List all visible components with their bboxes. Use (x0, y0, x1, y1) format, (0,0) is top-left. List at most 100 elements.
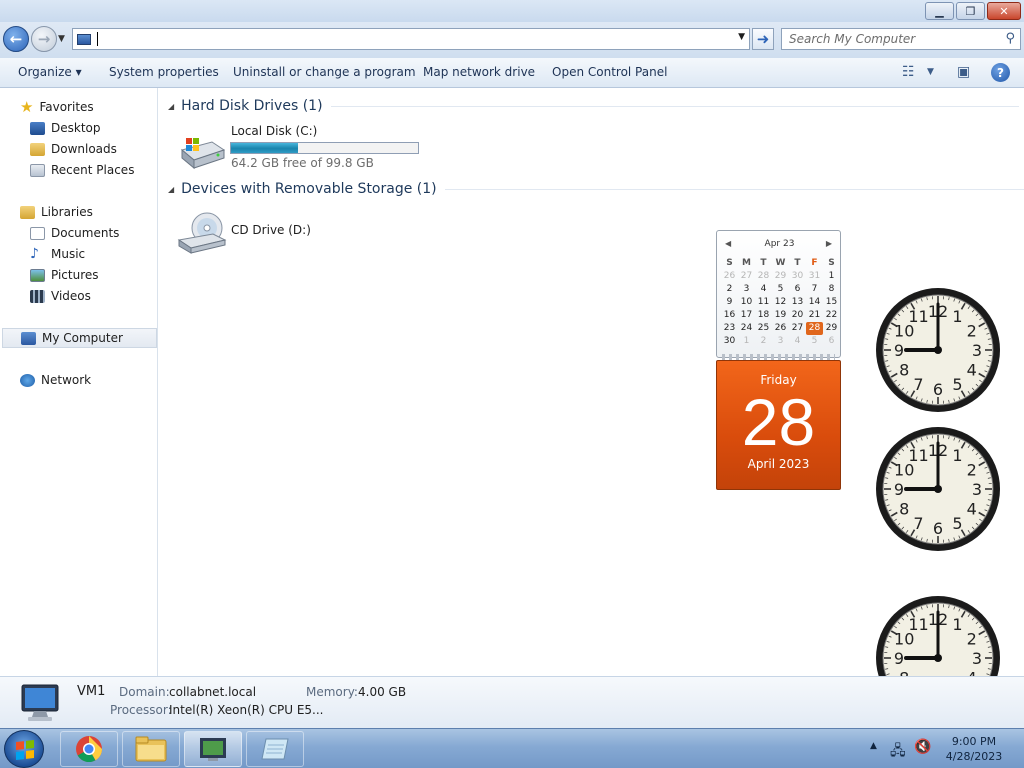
maximize-button[interactable]: ❐ (956, 2, 985, 20)
calendar-day-cell[interactable]: 3 (772, 335, 789, 348)
search-icon[interactable]: ⚲ (1005, 31, 1015, 46)
calendar-day-cell[interactable]: 2 (721, 283, 738, 296)
clock-center-pin (934, 346, 942, 354)
recent-pages-dropdown[interactable]: ▼ (58, 34, 65, 44)
taskbar-notepad-button[interactable] (246, 731, 304, 767)
map-network-drive-button[interactable]: Map network drive (423, 65, 535, 79)
calendar-day-cell[interactable]: 2 (755, 335, 772, 348)
organize-button[interactable]: Organize ▾ (18, 65, 82, 79)
calendar-day-cell[interactable]: 5 (806, 335, 823, 348)
sidebar-item-desktop[interactable]: Desktop (30, 118, 101, 138)
calendar-day-cell[interactable]: 20 (789, 309, 806, 322)
calendar-day-cell[interactable]: 27 (738, 270, 755, 283)
start-button[interactable] (4, 730, 44, 768)
taskbar-server-manager-button[interactable] (184, 731, 242, 767)
computer-name: VM1 (77, 684, 106, 699)
calendar-day-cell[interactable]: 29 (823, 322, 840, 335)
help-button[interactable]: ? (991, 63, 1010, 82)
search-box[interactable]: ⚲ (781, 28, 1021, 50)
address-bar[interactable]: ▼ (72, 28, 750, 50)
search-input[interactable] (789, 32, 989, 46)
calendar-day-cell[interactable]: 12 (772, 296, 789, 309)
calendar-day-cell[interactable]: 7 (806, 283, 823, 296)
calendar-day-cell[interactable]: 1 (738, 335, 755, 348)
sidebar-item-my-computer[interactable]: My Computer (2, 328, 157, 348)
open-control-panel-button[interactable]: Open Control Panel (552, 65, 667, 79)
sidebar-item-libraries[interactable]: Libraries (20, 202, 93, 222)
uninstall-program-button[interactable]: Uninstall or change a program (233, 65, 416, 79)
taskbar: ▲ 🖧 🔇 9:00 PM 4/28/2023 (0, 728, 1024, 768)
forward-button[interactable]: → (31, 26, 57, 52)
calendar-day-cell[interactable]: 22 (823, 309, 840, 322)
recent-places-icon (30, 163, 45, 177)
go-button[interactable]: ➜ (752, 28, 774, 50)
sidebar-item-network[interactable]: Network (20, 370, 91, 390)
calendar-day-cell[interactable]: 1 (823, 270, 840, 283)
calendar-day-cell[interactable]: 31 (806, 270, 823, 283)
calendar-day-cell[interactable]: 5 (772, 283, 789, 296)
calendar-day-cell[interactable]: 17 (738, 309, 755, 322)
minimize-button[interactable]: ▁ (925, 2, 954, 20)
volume-muted-icon[interactable]: 🔇 (914, 739, 931, 755)
calendar-day-cell[interactable]: 8 (823, 283, 840, 296)
calendar-day-cell[interactable]: 28 (806, 322, 823, 335)
view-dropdown-icon[interactable]: ▼ (927, 67, 934, 77)
taskbar-chrome-button[interactable] (60, 731, 118, 767)
calendar-day-cell[interactable]: 26 (721, 270, 738, 283)
hard-disk-drives-header[interactable]: ◢ Hard Disk Drives (1) (168, 98, 1019, 114)
sidebar-item-favorites[interactable]: ★ Favorites (20, 97, 94, 117)
system-properties-button[interactable]: System properties (109, 65, 219, 79)
sidebar-item-downloads[interactable]: Downloads (30, 139, 117, 159)
calendar-day-cell[interactable]: 3 (738, 283, 755, 296)
clock-number: 9 (894, 649, 904, 668)
calendar-day-cell[interactable]: 24 (738, 322, 755, 335)
calendar-day-cell[interactable]: 6 (789, 283, 806, 296)
close-button[interactable]: ✕ (987, 2, 1021, 20)
disk-usage-bar (230, 142, 419, 154)
calendar-day-cell[interactable]: 30 (721, 335, 738, 348)
system-clock[interactable]: 9:00 PM 4/28/2023 (940, 734, 1008, 764)
change-view-icon[interactable]: ☷ (902, 64, 915, 80)
calendar-day-cell[interactable]: 30 (789, 270, 806, 283)
sidebar-item-recent-places[interactable]: Recent Places (30, 160, 134, 180)
calendar-day-cell[interactable]: 11 (755, 296, 772, 309)
preview-pane-icon[interactable]: ▣ (957, 64, 970, 80)
calendar-day-cell[interactable]: 28 (755, 270, 772, 283)
sidebar-item-pictures[interactable]: Pictures (30, 265, 99, 285)
calendar-day-cell[interactable]: 4 (755, 283, 772, 296)
group-divider (444, 188, 1024, 190)
removable-storage-header[interactable]: ◢ Devices with Removable Storage (1) (168, 181, 1024, 197)
taskbar-explorer-button[interactable] (122, 731, 180, 767)
calendar-day-cell[interactable]: 13 (789, 296, 806, 309)
calendar-day-cell[interactable]: 18 (755, 309, 772, 322)
calendar-gadget[interactable]: ◀ Apr 23 ▶ S M T W T F S 26 27 28 29 30 31 1 2 3 4 5 6 7 8 9 1… (716, 230, 841, 490)
clock-number: 3 (972, 649, 982, 668)
calendar-day-cell[interactable]: 23 (721, 322, 738, 335)
calendar-day-cell[interactable]: 4 (789, 335, 806, 348)
calendar-day-cell[interactable]: 21 (806, 309, 823, 322)
notepad-icon (261, 738, 289, 760)
calendar-day-cell[interactable]: 15 (823, 296, 840, 309)
next-month-icon[interactable]: ▶ (826, 239, 832, 248)
calendar-day-cell[interactable]: 16 (721, 309, 738, 322)
calendar-day-cell[interactable]: 14 (806, 296, 823, 309)
calendar-day-cell[interactable]: 26 (772, 322, 789, 335)
calendar-day-cell[interactable]: 9 (721, 296, 738, 309)
address-dropdown-icon[interactable]: ▼ (738, 32, 745, 42)
computer-icon (77, 33, 91, 45)
calendar-day-cell[interactable]: 29 (772, 270, 789, 283)
show-hidden-icons-icon[interactable]: ▲ (870, 741, 877, 751)
calendar-day-cell[interactable]: 6 (823, 335, 840, 348)
clock-number: 3 (972, 341, 982, 360)
calendar-day-cell[interactable]: 10 (738, 296, 755, 309)
clock-gadget[interactable]: 121234567891011 (874, 286, 1002, 414)
sidebar-item-music[interactable]: ♪ Music (30, 244, 85, 264)
calendar-day-cell[interactable]: 27 (789, 322, 806, 335)
back-button[interactable]: ← (3, 26, 29, 52)
sidebar-item-documents[interactable]: Documents (30, 223, 119, 243)
calendar-day-cell[interactable]: 19 (772, 309, 789, 322)
network-status-icon[interactable]: 🖧 (890, 740, 906, 764)
sidebar-item-videos[interactable]: Videos (30, 286, 91, 306)
clock-gadget[interactable]: 121234567891011 (874, 425, 1002, 553)
calendar-day-cell[interactable]: 25 (755, 322, 772, 335)
